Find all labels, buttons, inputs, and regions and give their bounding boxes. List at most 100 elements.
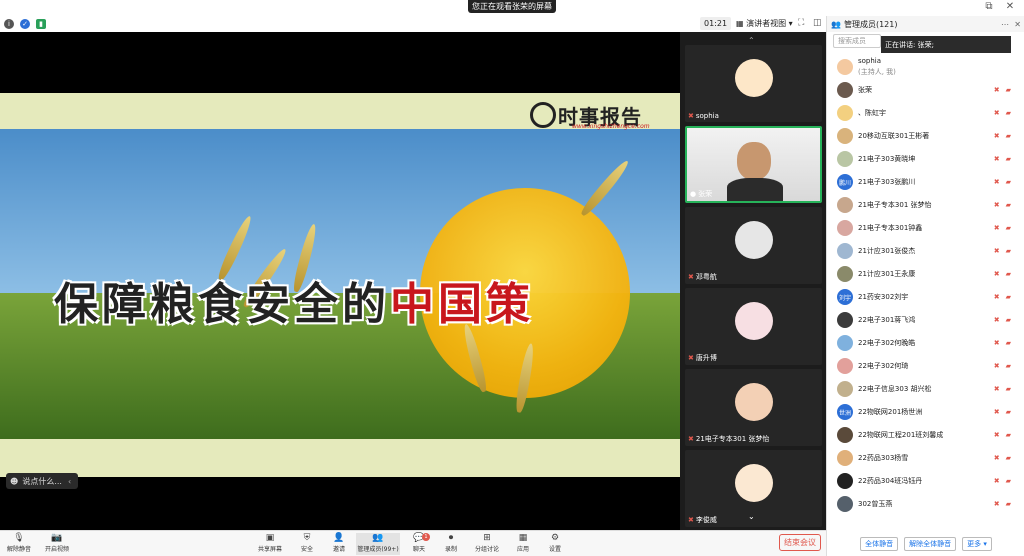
mic-off-icon[interactable]: ✖▰ [994, 86, 1017, 94]
avatar [837, 427, 853, 443]
video-tile-active-speaker[interactable]: ● 张荣 [685, 126, 822, 203]
toolbar-invite-button[interactable]: 👤 邀请 [324, 533, 354, 555]
member-row[interactable]: 22电子信息303 胡兴松 ✖▰ [827, 378, 1024, 400]
mic-off-icon[interactable]: ✖▰ [994, 454, 1017, 462]
video-tile[interactable]: ✖ 21电子专本301 张梦怡 [685, 369, 822, 446]
more-button[interactable]: 更多 ▾ [962, 536, 992, 551]
toolbar-share-screen-button[interactable]: ▣ 共享屏幕 [255, 533, 285, 555]
mic-off-icon[interactable]: ✖▰ [994, 132, 1017, 140]
mic-off-icon[interactable]: ✖▰ [994, 408, 1017, 416]
mic-off-icon[interactable]: ✖▰ [994, 270, 1017, 278]
member-row[interactable]: 302曾玉燕 ✖▰ [827, 493, 1024, 515]
unmute-all-button[interactable]: 解除全体静音 [904, 536, 957, 551]
mute-all-button[interactable]: 全体静音 [860, 536, 899, 551]
member-row[interactable]: 22电子302何琦 ✖▰ [827, 355, 1024, 377]
mic-off-icon[interactable]: ✖▰ [994, 431, 1017, 439]
mic-off-icon[interactable]: ✖▰ [994, 293, 1017, 301]
restore-icon[interactable]: ⧉ [982, 1, 996, 12]
toolbar-shield-button[interactable]: ⛨ 安全 [292, 533, 322, 555]
avatar [837, 59, 853, 75]
view-mode-button[interactable]: ▦ 演讲者视图 ▾ [732, 17, 797, 30]
toolbar-label: 共享屏幕 [257, 546, 282, 553]
member-name: 21电子专本301钟鑫 [858, 224, 923, 232]
member-name: 22电子302何琦 [858, 362, 909, 370]
mic-off-icon[interactable]: ✖▰ [994, 362, 1017, 370]
end-meeting-button[interactable]: 结束会议 [779, 534, 821, 551]
mic-off-icon: ✖ [688, 435, 694, 443]
mic-off-icon[interactable]: ✖▰ [994, 201, 1017, 209]
mic-off-icon[interactable]: ✖▰ [994, 109, 1017, 117]
chat-input-chip[interactable]: ☻ 说点什么... ‹ [6, 473, 78, 489]
member-name: 21计应301张俊杰 [858, 247, 916, 255]
signal-icon[interactable]: ▮ [36, 19, 46, 29]
chevron-down-icon[interactable]: ⌄ [748, 512, 755, 521]
shield-icon[interactable]: ✓ [20, 19, 30, 29]
mic-off-icon[interactable]: ✖▰ [994, 224, 1017, 232]
member-row[interactable]: 21电子专本301 张梦怡 ✖▰ [827, 194, 1024, 216]
chevron-up-icon[interactable]: ⌃ [748, 36, 755, 45]
member-name: 21药安302刘宇 [858, 293, 909, 301]
member-row[interactable]: 21电子303黄晓坤 ✖▰ [827, 148, 1024, 170]
member-row[interactable]: 21计应301张俊杰 ✖▰ [827, 240, 1024, 262]
mic-off-icon[interactable]: ✖▰ [994, 477, 1017, 485]
toolbar-chat-button[interactable]: 💬 聊天 1 [404, 533, 434, 555]
toolbar-video-off-button[interactable]: 📷 开启视频 [42, 533, 72, 555]
avatar [837, 220, 853, 236]
toolbar-label: 解除静音 [6, 546, 31, 553]
toolbar-label: 安全 [300, 546, 313, 553]
toolbar-members-button[interactable]: 👥 管理成员(99+) [356, 533, 400, 555]
mic-off-icon: 🎙 [13, 533, 25, 543]
member-row[interactable]: 22物联网工程201班刘馨成 ✖▰ [827, 424, 1024, 446]
member-row[interactable]: 张荣 ✖▰ [827, 79, 1024, 101]
chat-badge: 1 [422, 533, 430, 541]
video-tile[interactable]: ✖ 唐升博 [685, 288, 822, 365]
member-search-input[interactable]: 搜索成员 [833, 34, 881, 48]
member-name: 302曾玉燕 [858, 500, 893, 508]
close-icon[interactable]: ✕ [1014, 20, 1021, 29]
collapse-icon[interactable]: ‹ [68, 477, 71, 486]
member-row[interactable]: 22药品304班冯钰丹 ✖▰ [827, 470, 1024, 492]
video-tile[interactable]: ✖ 邓粤航 [685, 207, 822, 284]
member-row[interactable]: 20移动互联301王彬著 ✖▰ [827, 125, 1024, 147]
layout-icon[interactable]: ◫ [813, 18, 822, 28]
meeting-controls: 结束会议 🎙 解除静音 📷 开启视频 ▣ 共享屏幕 ⛨ 安全 👤 邀请 👥 管理成员(99+) 💬 聊天 1… [0, 530, 826, 556]
toolbar-settings-button[interactable]: ⚙ 设置 [540, 533, 570, 555]
member-row[interactable]: 21电子专本301钟鑫 ✖▰ [827, 217, 1024, 239]
member-name: 22电子信息303 胡兴松 [858, 385, 932, 393]
toolbar-mic-off-button[interactable]: 🎙 解除静音 [4, 533, 34, 555]
member-row[interactable]: 鹏川 21电子303张鹏川 ✖▰ [827, 171, 1024, 193]
mic-off-icon[interactable]: ✖▰ [994, 155, 1017, 163]
mic-off-icon[interactable]: ✖▰ [994, 385, 1017, 393]
toolbar-record-button[interactable]: ⏺ 录制 [436, 533, 466, 555]
member-row[interactable]: 22电子302何晚皓 ✖▰ [827, 332, 1024, 354]
member-row[interactable]: 世洲 22物联网201杨世洲 ✖▰ [827, 401, 1024, 423]
toolbar-apps-button[interactable]: ▦ 应用 [508, 533, 538, 555]
avatar: 刘宇 [837, 289, 853, 305]
close-icon[interactable]: ✕ [1003, 1, 1017, 12]
avatar [837, 312, 853, 328]
mic-off-icon[interactable]: ✖▰ [994, 316, 1017, 324]
member-row[interactable]: 刘宇 21药安302刘宇 ✖▰ [827, 286, 1024, 308]
toolbar-breakout-button[interactable]: ⊞ 分组讨论 [472, 533, 502, 555]
mic-off-icon[interactable]: ✖▰ [994, 339, 1017, 347]
info-icon[interactable]: i [4, 19, 14, 29]
mic-off-icon[interactable]: ✖▰ [994, 178, 1017, 186]
mic-off-icon: ✖ [688, 112, 694, 120]
meeting-timer: 01:21 [700, 17, 732, 30]
mic-off-icon[interactable]: ✖▰ [994, 500, 1017, 508]
mic-icon: ● [690, 190, 697, 198]
member-row[interactable]: 、陈虹宇 ✖▰ [827, 102, 1024, 124]
more-icon[interactable]: ⋯ [1001, 20, 1009, 29]
member-row[interactable]: 22电子301蒋飞鸿 ✖▰ [827, 309, 1024, 331]
toolbar-label: 邀请 [332, 546, 345, 553]
video-tile[interactable]: ✖ sophia [685, 45, 822, 122]
avatar [735, 302, 773, 340]
fullscreen-icon[interactable]: ⛶ [798, 18, 804, 28]
avatar [735, 59, 773, 97]
member-row[interactable]: sophia (主持人, 我) [827, 56, 1024, 78]
member-row[interactable]: 21计应301王永康 ✖▰ [827, 263, 1024, 285]
avatar [837, 266, 853, 282]
member-row[interactable]: 22药品303杨雪 ✖▰ [827, 447, 1024, 469]
toolbar-label: 管理成员(99+) [357, 546, 399, 553]
mic-off-icon[interactable]: ✖▰ [994, 247, 1017, 255]
